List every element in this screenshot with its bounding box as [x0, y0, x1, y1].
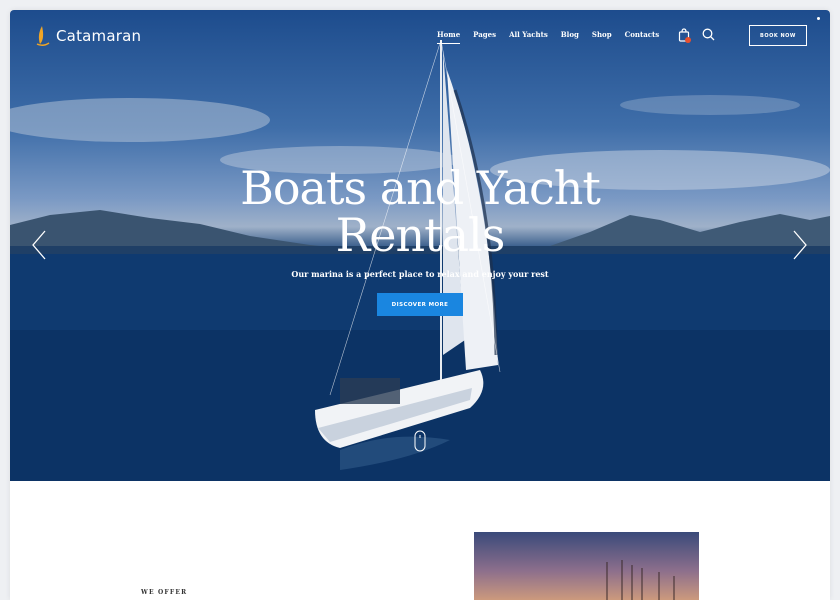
nav-item-blog[interactable]: Blog [561, 30, 579, 44]
book-now-button[interactable]: BOOK NOW [749, 25, 807, 46]
brand-logo[interactable]: Catamaran [34, 25, 141, 47]
search-icon[interactable] [702, 28, 715, 41]
section-eyebrow: WE OFFER [141, 589, 188, 596]
nav-item-home[interactable]: Home [437, 30, 461, 44]
nav-item-contacts[interactable]: Contacts [625, 30, 660, 44]
mouse-scroll-icon[interactable] [414, 430, 426, 452]
hero-section: Catamaran Home Pages All Yachts Blog Sho… [10, 10, 830, 481]
nav-item-pages[interactable]: Pages [473, 30, 496, 44]
harbor-image [474, 532, 699, 600]
page-frame: Catamaran Home Pages All Yachts Blog Sho… [10, 10, 830, 600]
harbor-photo [474, 532, 699, 600]
cart-count-badge [685, 37, 691, 43]
hero-title-line-2: Rentals [335, 208, 506, 262]
corner-dot [817, 17, 820, 20]
sail-logo-icon [36, 26, 50, 47]
hero-title: Boats and Yacht Rentals [10, 165, 830, 259]
main-nav: Home Pages All Yachts Blog Shop Contacts [437, 30, 659, 44]
nav-item-shop[interactable]: Shop [592, 30, 612, 44]
hero-title-line-1: Boats and Yacht [240, 161, 601, 215]
nav-item-all-yachts[interactable]: All Yachts [509, 30, 548, 44]
brand-name: Catamaran [56, 27, 142, 45]
discover-more-button[interactable]: DISCOVER MORE [377, 293, 463, 316]
hero-subtitle: Our marina is a perfect place to relax a… [291, 269, 549, 279]
